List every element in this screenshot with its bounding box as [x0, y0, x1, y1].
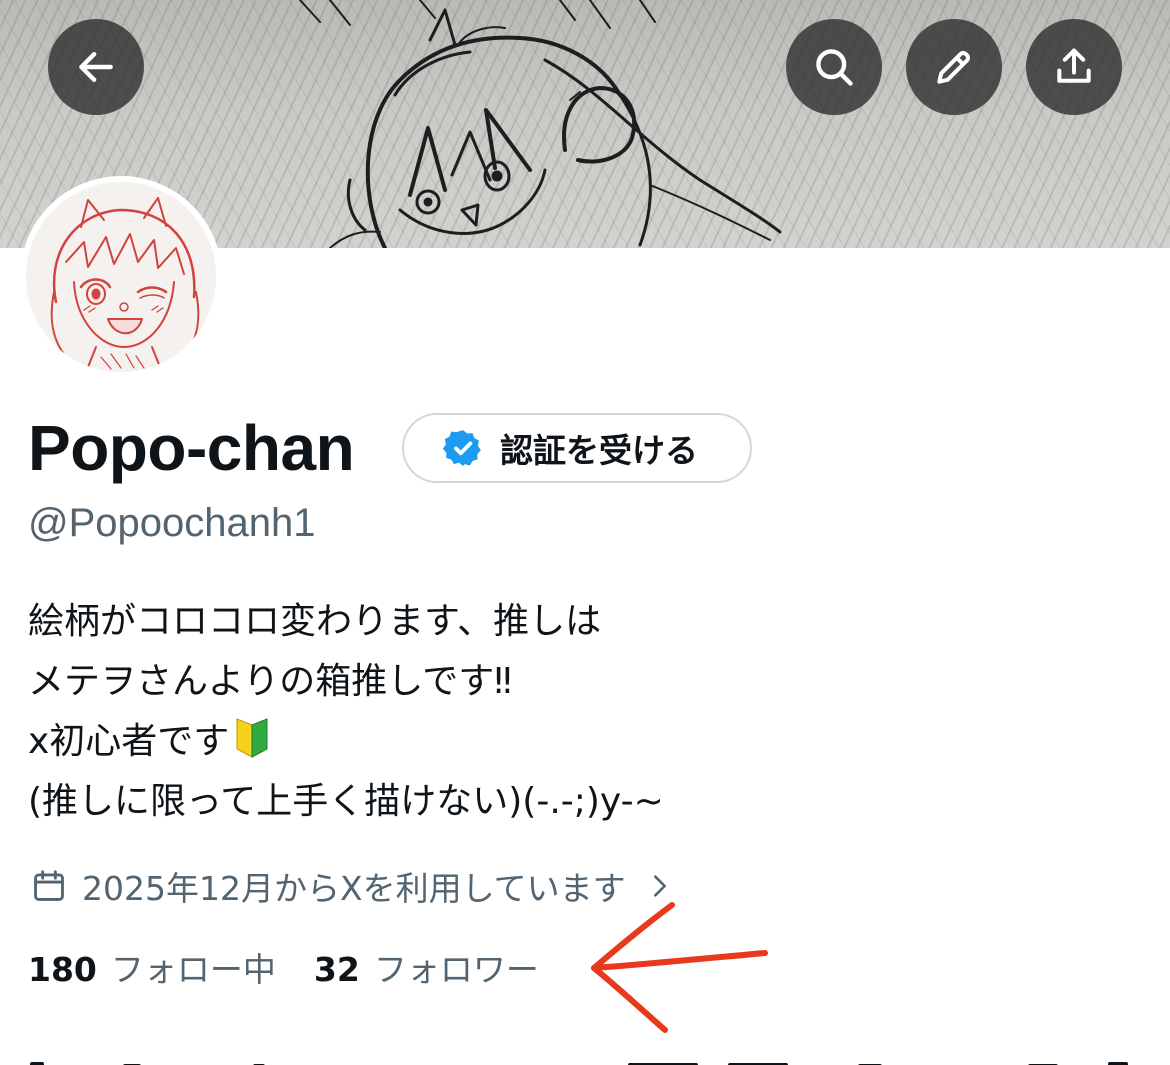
- arrow-left-icon: [79, 51, 113, 83]
- display-name: Popo-chan: [28, 412, 355, 484]
- chevron-right-icon: [653, 875, 666, 897]
- cutoff-text-fragments: [30, 1062, 1128, 1065]
- bio-line-1: 絵柄がコロコロ変わります、推しは: [28, 601, 602, 642]
- following-count: 180: [28, 950, 97, 989]
- next-section-cutoff: [28, 1055, 1138, 1065]
- pencil-icon: [937, 51, 970, 84]
- bio-line-3: x初心者です: [28, 721, 230, 762]
- joined-date-row[interactable]: 2025年12月からXを利用しています: [30, 862, 674, 910]
- following-label: フォロー中: [110, 950, 276, 989]
- share-upload-icon: [1057, 48, 1091, 83]
- bio-line-2: メテヲさんよりの箱推しです‼︎: [28, 661, 512, 702]
- profile-bio: 絵柄がコロコロ変わります、推しは メテヲさんよりの箱推しです‼︎ x初心者です …: [28, 592, 1128, 832]
- search-button[interactable]: [786, 19, 882, 115]
- followers-label: フォロワー: [373, 950, 539, 989]
- get-verified-label: 認証を受ける: [500, 431, 698, 470]
- bio-line-4: (推しに限って上手く描けない)(-.-;)y-~: [28, 781, 664, 822]
- edit-button[interactable]: [906, 19, 1002, 115]
- follow-counts: 180 フォロー中 32 フォロワー: [28, 948, 539, 992]
- joined-date-text: 2025年12月からXを利用しています: [82, 869, 626, 908]
- avatar[interactable]: [20, 176, 222, 378]
- avatar-sketch-drawing: [26, 182, 216, 372]
- get-verified-button[interactable]: 認証を受ける: [402, 413, 752, 483]
- followers-link[interactable]: 32 フォロワー: [314, 948, 539, 992]
- avatar-image: [26, 182, 216, 372]
- verified-badge-icon: [442, 430, 481, 466]
- beginner-mark-emoji: [236, 718, 268, 758]
- search-icon: [816, 49, 853, 86]
- bio-line-3-wrap: x初心者です: [28, 712, 1128, 772]
- user-handle: @Popoochanh1: [28, 501, 316, 545]
- back-button[interactable]: [48, 19, 144, 115]
- followers-count: 32: [313, 950, 360, 989]
- calendar-icon: [34, 870, 64, 901]
- share-button[interactable]: [1026, 19, 1122, 115]
- following-link[interactable]: 180 フォロー中: [28, 948, 276, 992]
